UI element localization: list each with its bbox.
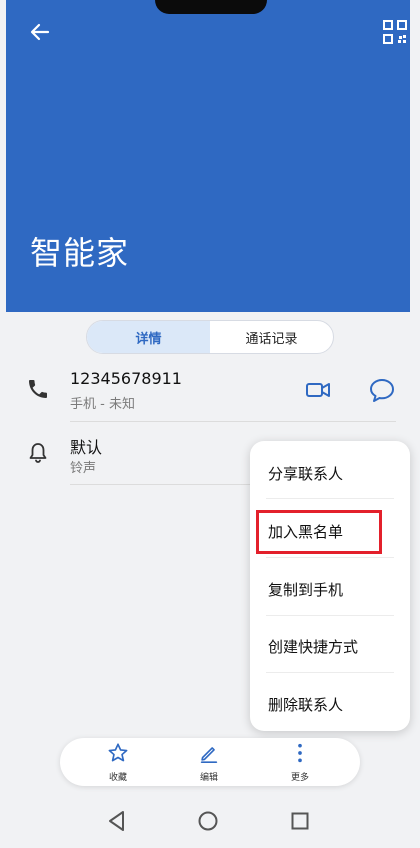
star-icon [108, 743, 128, 762]
row-divider [70, 484, 252, 485]
menu-divider [266, 498, 394, 499]
ringtone-label: 铃声 [70, 461, 97, 476]
more-options-menu: 分享联系人 加入黑名单 复制到手机 创建快捷方式 删除联系人 [250, 441, 410, 731]
nav-recents-button[interactable] [285, 806, 315, 836]
qr-code-button[interactable] [379, 16, 411, 48]
contact-detail-screen: 智能家 详情 通话记录 12345678911 手机 - 未知 默认 铃声 分享… [0, 0, 420, 848]
phone-icon [29, 380, 47, 398]
detail-tabs: 详情 通话记录 [86, 320, 334, 354]
nav-home-icon [198, 811, 218, 831]
tab-details[interactable]: 详情 [87, 321, 210, 353]
menu-divider [266, 672, 394, 673]
bell-icon [29, 443, 47, 463]
more-dots-icon [298, 743, 302, 763]
menu-divider [266, 557, 394, 558]
menu-item-delete-contact[interactable]: 删除联系人 [268, 694, 343, 715]
ringtone-value[interactable]: 默认 [70, 434, 102, 458]
contact-header: 智能家 [6, 0, 410, 312]
video-call-button[interactable] [304, 376, 332, 404]
edit-label: 编辑 [199, 773, 218, 783]
video-call-icon [306, 383, 330, 397]
back-button[interactable] [24, 16, 56, 48]
nav-back-button[interactable] [102, 806, 132, 836]
row-divider [70, 421, 396, 422]
pencil-icon [200, 747, 218, 763]
nav-back-icon [109, 811, 124, 831]
favorite-button[interactable]: 收藏 [88, 738, 148, 786]
highlight-box [256, 510, 382, 554]
tab-call-log[interactable]: 通话记录 [210, 321, 333, 353]
message-icon [370, 379, 394, 402]
system-navigation-bar [0, 796, 420, 848]
contact-name: 智能家 [30, 234, 130, 272]
menu-item-create-shortcut[interactable]: 创建快捷方式 [268, 636, 358, 657]
back-arrow-icon [30, 23, 50, 41]
qr-code-icon [383, 20, 407, 44]
more-button[interactable]: 更多 [270, 738, 330, 786]
nav-home-button[interactable] [193, 806, 223, 836]
edit-button[interactable]: 编辑 [179, 738, 239, 786]
favorite-label: 收藏 [108, 773, 127, 783]
camera-notch [155, 0, 267, 14]
contact-action-bar: 收藏 编辑 更多 [60, 738, 360, 786]
more-label: 更多 [290, 773, 309, 783]
menu-divider [266, 615, 394, 616]
phone-number[interactable]: 12345678911 [70, 369, 182, 388]
nav-recents-icon [291, 812, 309, 830]
menu-item-share-contact[interactable]: 分享联系人 [268, 463, 343, 484]
message-button[interactable] [368, 376, 396, 404]
menu-item-copy-to-phone[interactable]: 复制到手机 [268, 579, 343, 600]
phone-type: 手机 - 未知 [70, 397, 135, 412]
